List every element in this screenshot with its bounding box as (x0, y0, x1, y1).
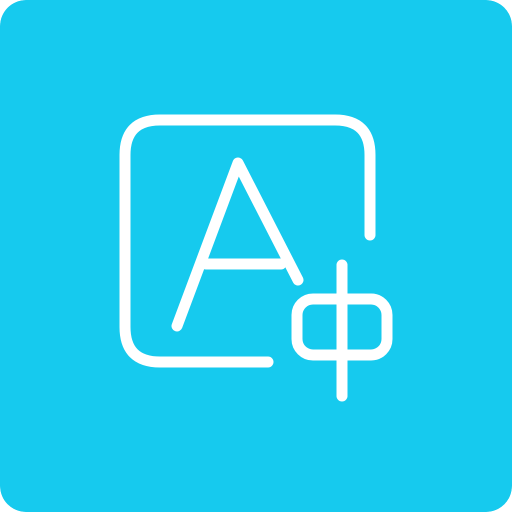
app-icon (0, 0, 512, 512)
translate-icon (0, 0, 512, 512)
icon-background (0, 0, 512, 512)
